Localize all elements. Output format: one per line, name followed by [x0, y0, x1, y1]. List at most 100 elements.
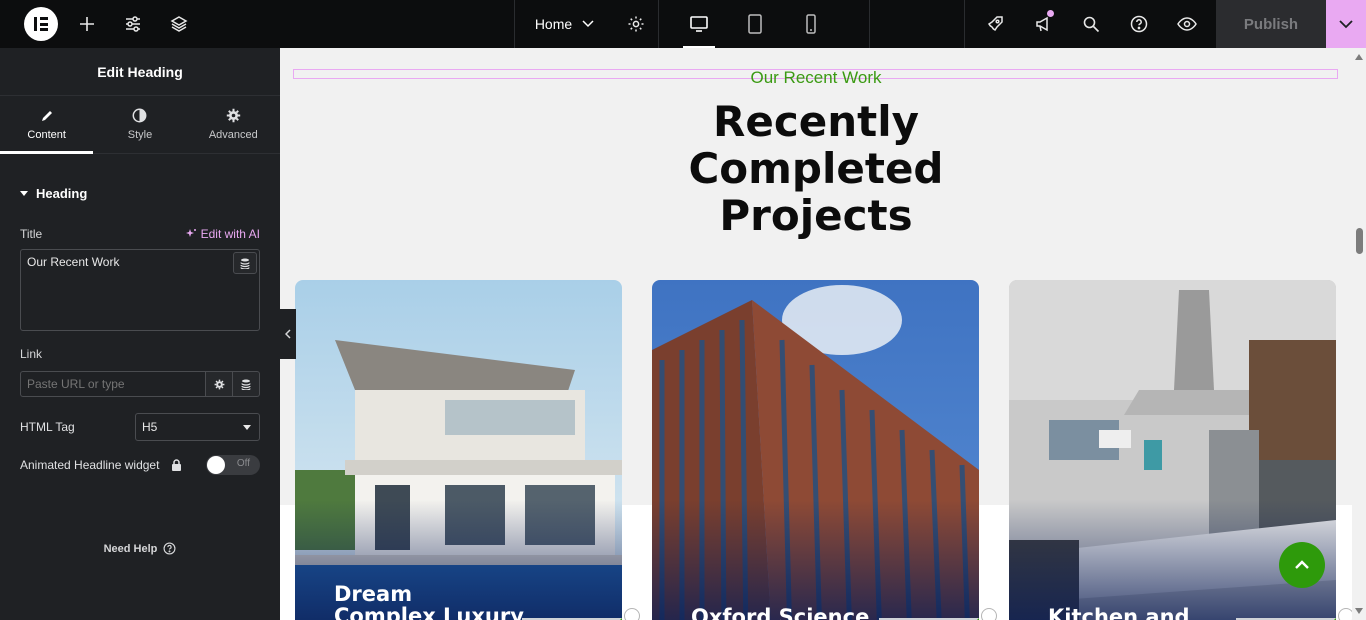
- project-card[interactable]: Oxford Science: [652, 280, 979, 620]
- headline-line: Recently: [713, 97, 919, 146]
- canvas-scrollbar[interactable]: [1352, 48, 1366, 620]
- card-title: Oxford Science: [691, 606, 869, 620]
- layers-icon[interactable]: [156, 0, 202, 48]
- link-input[interactable]: [20, 371, 206, 397]
- ai-label: Edit with AI: [200, 227, 260, 241]
- scrollbar-thumb[interactable]: [1356, 228, 1363, 254]
- editor-canvas: Our Recent Work Recently Completed Proje…: [280, 48, 1352, 620]
- page-settings-gear-icon[interactable]: [614, 0, 658, 48]
- html-tag-row: HTML Tag H5: [20, 413, 260, 441]
- title-textarea-wrap: Our Recent Work: [20, 249, 260, 331]
- section-eyebrow-heading[interactable]: Our Recent Work: [280, 68, 1352, 88]
- site-settings-sliders-icon[interactable]: [110, 0, 156, 48]
- desktop-view-button[interactable]: [671, 0, 727, 48]
- animated-headline-row: Animated Headline widget Off: [20, 455, 260, 475]
- topbar-left: [0, 0, 202, 48]
- section-toggle[interactable]: Heading: [20, 186, 260, 201]
- toggle-knob: [207, 456, 225, 474]
- panel-tabs: Content Style Advanced: [0, 96, 280, 154]
- link-control: [20, 371, 260, 397]
- pencil-icon: [41, 110, 52, 121]
- html-tag-label: HTML Tag: [20, 420, 75, 434]
- ai-sparkle-icon: [185, 229, 196, 237]
- database-icon: [241, 379, 251, 390]
- mobile-icon: [806, 14, 816, 34]
- add-element-icon[interactable]: [64, 0, 110, 48]
- topbar-center: Home: [514, 0, 870, 48]
- card-title-line: Oxford Science: [691, 605, 870, 620]
- card-indicator-icon: [1338, 608, 1352, 620]
- card-title: Kitchen and: [1048, 606, 1190, 620]
- card-title-line: Kitchen and: [1048, 605, 1190, 620]
- help-icon[interactable]: [1115, 0, 1163, 48]
- chevron-down-icon: [1339, 19, 1353, 28]
- chevron-up-icon: [1295, 560, 1309, 569]
- elementor-logo[interactable]: [24, 7, 58, 41]
- scroll-to-top-button[interactable]: [1279, 542, 1325, 588]
- page-select[interactable]: Home: [514, 0, 614, 48]
- need-help-link[interactable]: Need Help: [0, 542, 280, 555]
- section-main-heading[interactable]: Recently Completed Projects: [280, 98, 1352, 239]
- divider: [658, 0, 659, 48]
- mobile-view-button[interactable]: [783, 0, 839, 48]
- animated-headline-toggle[interactable]: Off: [206, 455, 260, 475]
- lock-icon: [172, 459, 182, 471]
- tab-label: Content: [27, 128, 66, 141]
- chevron-down-icon: [582, 20, 594, 28]
- chevron-left-icon: [285, 329, 291, 339]
- tab-label: Style: [127, 129, 153, 141]
- rocket-icon[interactable]: [971, 0, 1019, 48]
- tab-label: Advanced: [208, 129, 258, 141]
- tab-advanced[interactable]: Advanced: [187, 96, 280, 153]
- card-overlay: [652, 500, 979, 620]
- link-field-row: Link: [20, 347, 260, 361]
- project-card[interactable]: Dream Complex Luxury: [295, 280, 622, 620]
- publish-options-button[interactable]: [1326, 0, 1366, 48]
- caret-down-icon: [243, 424, 251, 430]
- section-title: Heading: [36, 186, 88, 201]
- desktop-icon: [690, 16, 708, 32]
- card-indicator-icon: [981, 608, 997, 620]
- html-tag-value: H5: [142, 420, 158, 434]
- search-icon[interactable]: [1067, 0, 1115, 48]
- headline-line: Completed: [688, 144, 944, 193]
- dynamic-tags-button[interactable]: [233, 252, 257, 274]
- animated-label: Animated Headline widget: [20, 458, 160, 472]
- tablet-view-button[interactable]: [727, 0, 783, 48]
- link-options-button[interactable]: [206, 371, 233, 397]
- html-tag-select[interactable]: H5: [135, 413, 260, 441]
- card-title: Dream Complex Luxury: [334, 583, 524, 620]
- panel-title: Edit Heading: [0, 48, 280, 96]
- whats-new-megaphone-icon[interactable]: [1019, 0, 1067, 48]
- scroll-down-arrow-icon[interactable]: [1355, 608, 1363, 614]
- tablet-icon: [748, 14, 762, 34]
- caret-down-icon: [20, 191, 28, 196]
- card-indicator-icon: [624, 608, 640, 620]
- title-field-row: Title Edit with AI: [20, 227, 260, 241]
- half-circle-icon: [133, 108, 147, 123]
- need-help-label: Need Help: [103, 542, 158, 555]
- gear-icon: [226, 108, 241, 123]
- editor-panel: Edit Heading Content Style Advanced Head…: [0, 48, 280, 620]
- panel-collapse-button[interactable]: [280, 309, 296, 359]
- gear-icon: [214, 379, 224, 389]
- preview-eye-icon[interactable]: [1163, 0, 1211, 48]
- link-dynamic-tags-button[interactable]: [233, 371, 260, 397]
- notification-dot: [1047, 10, 1054, 17]
- toggle-label: Off: [236, 458, 250, 469]
- database-icon: [240, 258, 250, 269]
- topbar-right: [964, 0, 1211, 48]
- publish-button[interactable]: Publish: [1216, 0, 1326, 48]
- card-title-line: Dream: [334, 582, 413, 606]
- edit-with-ai-button[interactable]: Edit with AI: [185, 227, 260, 241]
- scroll-up-arrow-icon[interactable]: [1355, 54, 1363, 60]
- page-name: Home: [534, 16, 573, 32]
- heading-section: Heading Title Edit with AI Our Recent Wo…: [0, 154, 280, 475]
- title-textarea[interactable]: Our Recent Work: [21, 250, 259, 330]
- tab-style[interactable]: Style: [93, 96, 186, 153]
- help-icon: [163, 542, 176, 555]
- divider: [869, 0, 870, 48]
- card-title-line: Complex Luxury: [334, 604, 524, 620]
- link-label: Link: [20, 347, 43, 361]
- tab-content[interactable]: Content: [0, 96, 94, 154]
